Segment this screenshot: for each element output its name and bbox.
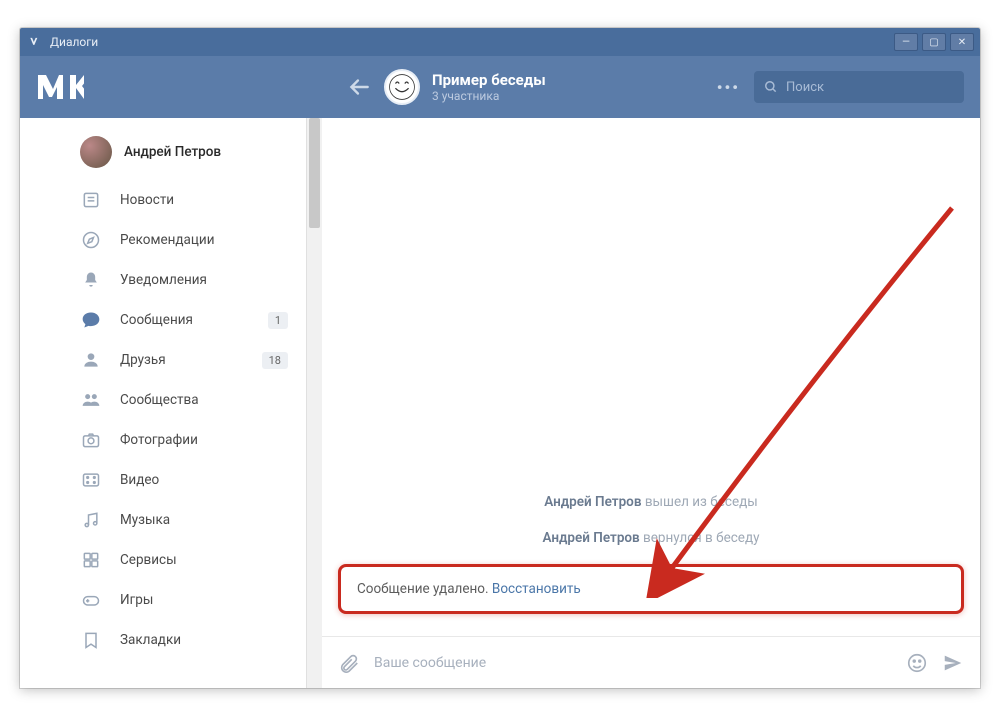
deleted-text: Сообщение удалено. — [357, 581, 492, 597]
sidebar-item-messages[interactable]: Сообщения1 — [80, 300, 306, 340]
sidebar-item-news[interactable]: Новости — [80, 180, 306, 220]
chat-menu-button[interactable]: ••• — [717, 78, 740, 97]
messages-badge: 1 — [268, 312, 288, 329]
sidebar-item-communities[interactable]: Сообщества — [80, 380, 306, 420]
sidebar-profile[interactable]: Андрей Петров — [80, 128, 306, 180]
sidebar-item-games[interactable]: Игры — [80, 580, 306, 620]
sidebar-item-notifications[interactable]: Уведомления — [80, 260, 306, 300]
sidebar-scrollbar[interactable] — [306, 118, 322, 688]
window-controls: — ▢ ✕ — [894, 33, 974, 51]
news-icon — [80, 190, 102, 210]
sidebar-item-video[interactable]: Видео — [80, 460, 306, 500]
groups-icon — [80, 390, 102, 410]
scrollbar-thumb[interactable] — [309, 118, 320, 228]
restore-link[interactable]: Восстановить — [492, 581, 581, 597]
services-icon — [80, 550, 102, 570]
sidebar-item-bookmarks[interactable]: Закладки — [80, 620, 306, 660]
bookmark-icon — [80, 630, 102, 650]
chat-title[interactable]: Пример беседы — [432, 71, 546, 89]
sidebar-item-recommendations[interactable]: Рекомендации — [80, 220, 306, 260]
compass-icon — [80, 230, 102, 250]
sidebar-item-friends[interactable]: Друзья18 — [80, 340, 306, 380]
message-input[interactable] — [374, 655, 892, 671]
window-titlebar[interactable]: Диалоги — ▢ ✕ — [20, 28, 980, 56]
chat-avatar[interactable] — [384, 69, 420, 105]
sidebar-item-music[interactable]: Музыка — [80, 500, 306, 540]
message-input-row — [322, 636, 980, 688]
friends-icon — [80, 350, 102, 370]
send-icon[interactable] — [942, 652, 964, 674]
sidebar: Андрей Петров Новости Рекомендации Уведо… — [20, 118, 306, 688]
chat-subtitle[interactable]: 3 участника — [432, 89, 546, 103]
sidebar-item-photos[interactable]: Фотографии — [80, 420, 306, 460]
vk-logo[interactable] — [36, 73, 156, 101]
back-button[interactable] — [346, 74, 372, 100]
user-avatar — [80, 136, 112, 168]
app-window: Диалоги — ▢ ✕ Пример беседы 3 участника … — [20, 28, 980, 688]
video-icon — [80, 470, 102, 490]
maximize-button[interactable]: ▢ — [922, 33, 946, 51]
bell-icon — [80, 270, 102, 290]
deleted-message-box: Сообщение удалено. Восстановить — [338, 564, 964, 614]
close-button[interactable]: ✕ — [950, 33, 974, 51]
app-header: Пример беседы 3 участника ••• Поиск — [20, 56, 980, 118]
message-icon — [80, 310, 102, 330]
system-message-left: Андрей Петров вышел из беседы — [322, 484, 980, 520]
emoji-icon[interactable] — [906, 652, 928, 674]
music-icon — [80, 510, 102, 530]
message-list: Андрей Петров вышел из беседы Андрей Пет… — [322, 118, 980, 636]
vk-logo-small — [26, 33, 44, 51]
games-icon — [80, 590, 102, 610]
search-box[interactable]: Поиск — [754, 71, 964, 103]
system-message-returned: Андрей Петров вернулся в беседу — [322, 520, 980, 556]
camera-icon — [80, 430, 102, 450]
chat-area: Андрей Петров вышел из беседы Андрей Пет… — [322, 118, 980, 688]
user-name: Андрей Петров — [124, 144, 221, 160]
friends-badge: 18 — [262, 352, 288, 369]
attach-icon[interactable] — [338, 652, 360, 674]
minimize-button[interactable]: — — [894, 33, 918, 51]
window-title: Диалоги — [50, 35, 98, 49]
search-placeholder: Поиск — [786, 80, 824, 95]
sidebar-item-services[interactable]: Сервисы — [80, 540, 306, 580]
